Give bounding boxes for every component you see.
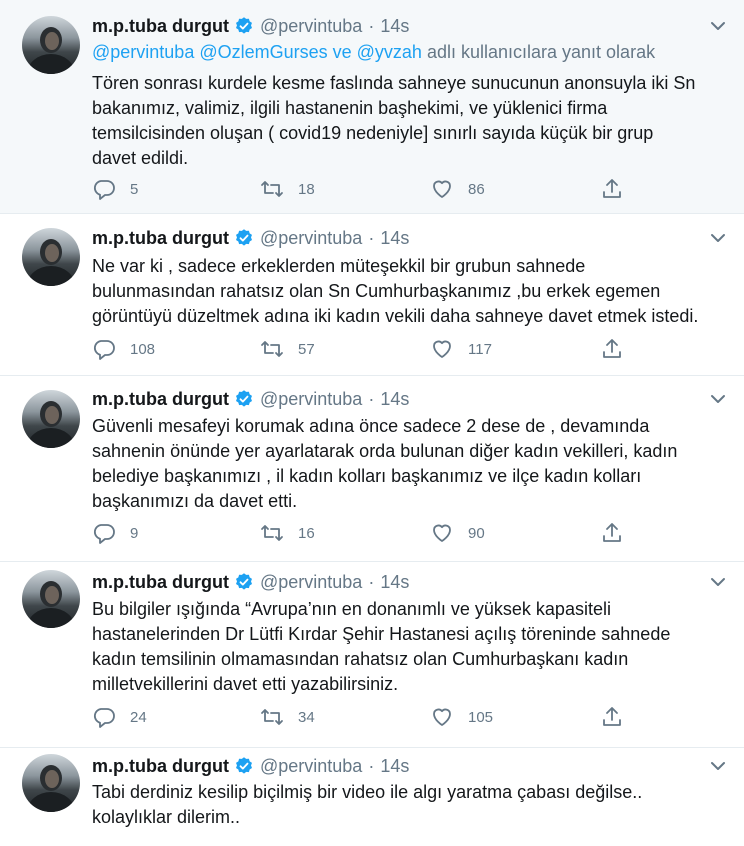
share-icon (600, 337, 624, 361)
reply-count: 5 (130, 180, 139, 198)
like-count: 86 (468, 180, 485, 198)
avatar[interactable] (22, 228, 80, 286)
reply-button[interactable]: 24 (92, 704, 147, 730)
retweet-icon (260, 705, 284, 729)
share-button[interactable] (600, 520, 624, 546)
tweet[interactable]: m.p.tuba durgut @pervintuba · 14s Güvenl… (0, 376, 744, 562)
tweet-actions: 9 16 90 (92, 520, 632, 546)
retweet-count: 57 (298, 340, 315, 358)
share-button[interactable] (600, 176, 624, 202)
retweet-button[interactable]: 34 (260, 704, 315, 730)
tweet-text: Tören sonrası kurdele kesme faslında sah… (92, 73, 696, 168)
reply-count: 24 (130, 708, 147, 726)
tweet-text: Bu bilgiler ışığında “Avrupa’nın en dona… (92, 599, 671, 694)
tweet-actions: 108 57 117 (92, 336, 632, 362)
reply-icon (92, 705, 116, 729)
author-handle[interactable]: @pervintuba (260, 389, 362, 410)
avatar[interactable] (22, 16, 80, 74)
reply-context-label: adlı kullanıcılara yanıt olarak (426, 42, 656, 62)
like-count: 117 (468, 340, 492, 358)
verified-badge-icon (234, 756, 254, 776)
like-count: 90 (468, 524, 485, 542)
retweet-count: 16 (298, 524, 315, 542)
avatar[interactable] (22, 570, 80, 628)
reply-context: @pervintuba @OzlemGurses ve @yvzah adlı … (92, 42, 655, 63)
author-name[interactable]: m.p.tuba durgut (92, 389, 229, 410)
timestamp[interactable]: 14s (380, 389, 409, 410)
tweet-text: Güvenli mesafeyi korumak adına önce sade… (92, 416, 678, 511)
retweet-count: 18 (298, 180, 315, 198)
reply-button[interactable]: 9 (92, 520, 138, 546)
reply-button[interactable]: 108 (92, 336, 155, 362)
tweet-text: Ne var ki , sadece erkeklerden müteşekki… (92, 256, 699, 326)
verified-badge-icon (234, 389, 254, 409)
verified-badge-icon (234, 228, 254, 248)
like-button[interactable]: 86 (430, 176, 485, 202)
chevron-down-icon[interactable] (708, 572, 728, 592)
share-icon (600, 705, 624, 729)
heart-icon (430, 337, 454, 361)
author-name[interactable]: m.p.tuba durgut (92, 228, 229, 249)
tweet-actions: 24 34 105 (92, 704, 632, 730)
tweet[interactable]: m.p.tuba durgut @pervintuba · 14s Ne var… (0, 214, 744, 376)
separator-dot: · (368, 755, 375, 776)
separator-dot: · (368, 15, 375, 36)
timestamp[interactable]: 14s (380, 16, 409, 37)
retweet-icon (260, 177, 284, 201)
timeline: m.p.tuba durgut @pervintuba · 14s @pervi… (0, 0, 744, 846)
timestamp[interactable]: 14s (380, 756, 409, 777)
timestamp[interactable]: 14s (380, 572, 409, 593)
retweet-button[interactable]: 16 (260, 520, 315, 546)
heart-icon (430, 177, 454, 201)
like-button[interactable]: 90 (430, 520, 485, 546)
reply-icon (92, 337, 116, 361)
like-button[interactable]: 105 (430, 704, 493, 730)
verified-badge-icon (234, 572, 254, 592)
retweet-button[interactable]: 57 (260, 336, 315, 362)
author-name[interactable]: m.p.tuba durgut (92, 572, 229, 593)
reply-count: 9 (130, 524, 139, 542)
tweet[interactable]: m.p.tuba durgut @pervintuba · 14s @pervi… (0, 0, 744, 214)
reply-button[interactable]: 5 (92, 176, 138, 202)
chevron-down-icon[interactable] (708, 16, 728, 36)
tweet-text: Tabi derdiniz kesilip biçilmiş bir video… (92, 782, 643, 827)
reply-count: 108 (130, 340, 156, 358)
tweet[interactable]: m.p.tuba durgut @pervintuba · 14s Bu bil… (0, 562, 744, 748)
heart-icon (430, 705, 454, 729)
retweet-count: 34 (298, 708, 315, 726)
separator-dot: · (368, 227, 375, 248)
like-button[interactable]: 117 (430, 336, 492, 362)
tweet-actions: 5 18 86 (92, 176, 632, 202)
avatar[interactable] (22, 390, 80, 448)
author-name[interactable]: m.p.tuba durgut (92, 16, 229, 37)
author-name[interactable]: m.p.tuba durgut (92, 756, 229, 777)
timestamp[interactable]: 14s (380, 228, 409, 249)
separator-dot: · (368, 388, 375, 409)
author-handle[interactable]: @pervintuba (260, 228, 362, 249)
author-handle[interactable]: @pervintuba (260, 756, 362, 777)
retweet-icon (260, 337, 284, 361)
reply-icon (92, 521, 116, 545)
heart-icon (430, 521, 454, 545)
share-icon (600, 521, 624, 545)
chevron-down-icon[interactable] (708, 389, 728, 409)
chevron-down-icon[interactable] (708, 756, 728, 776)
share-icon (600, 177, 624, 201)
reply-mentions[interactable]: @pervintuba @OzlemGurses ve @yvzah (92, 42, 422, 62)
share-button[interactable] (600, 704, 624, 730)
chevron-down-icon[interactable] (708, 228, 728, 248)
verified-badge-icon (234, 16, 254, 36)
tweet[interactable]: m.p.tuba durgut @pervintuba · 14s Tabi d… (0, 748, 744, 846)
author-handle[interactable]: @pervintuba (260, 572, 362, 593)
reply-icon (92, 177, 116, 201)
author-handle[interactable]: @pervintuba (260, 16, 362, 37)
retweet-icon (260, 521, 284, 545)
avatar[interactable] (22, 754, 80, 812)
retweet-button[interactable]: 18 (260, 176, 315, 202)
like-count: 105 (468, 708, 494, 726)
share-button[interactable] (600, 336, 624, 362)
separator-dot: · (368, 571, 375, 592)
